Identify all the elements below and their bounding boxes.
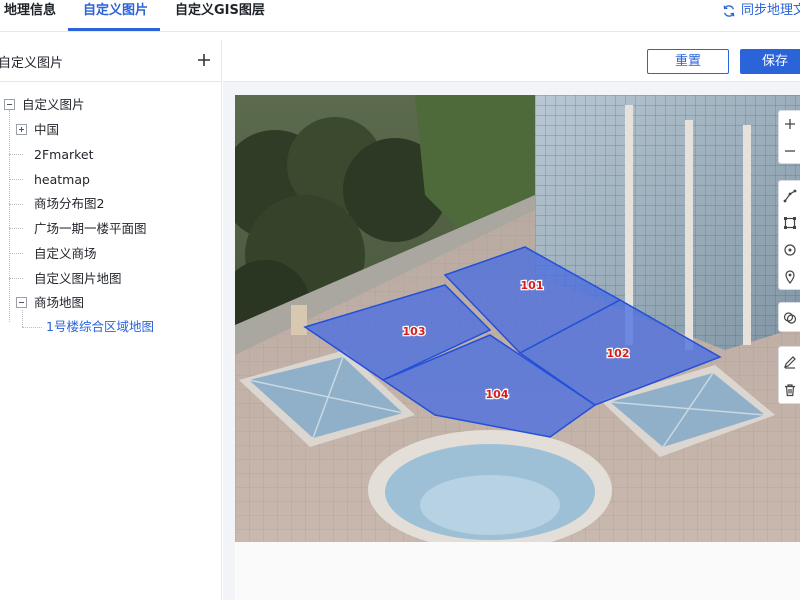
overlap-controls [778,302,800,332]
top-tab-bar: 地理信息 自定义图片 自定义GIS图层 同步地理文 [0,0,800,32]
image-tree-panel: 自定义图片 自定义图片 中国 2Fmarket heatmap 商场分布图2 广… [0,40,222,600]
tree-item-2fmarket[interactable]: 2Fmarket [34,144,94,166]
canvas-footer-area [235,542,800,600]
tree-item-mall-map[interactable]: 商场地图 [34,292,84,314]
sync-geo-button[interactable]: 同步地理文 [722,0,800,22]
zoom-controls [778,110,800,164]
zoom-out-button[interactable] [779,138,800,164]
expand-toggle[interactable] [16,124,27,135]
draw-controls [778,180,800,290]
tree-item-plaza-floor-plan[interactable]: 广场一期一楼平面图 [34,218,147,240]
draw-circle-button[interactable] [779,237,800,263]
panel-header: 自定义图片 [0,40,222,82]
tree-item-custom-image-map[interactable]: 自定义图片地图 [34,268,122,290]
zoom-in-icon [785,119,795,129]
tree-item-building-1-map[interactable]: 1号楼综合区域地图 [46,316,154,338]
tree-guide [9,278,23,279]
draw-rectangle-icon [784,217,796,229]
draw-circle-icon [784,244,796,256]
zone-label-103: 103 [403,325,426,338]
zoom-out-icon [785,150,795,152]
collapse-toggle[interactable] [4,99,15,110]
edit-icon [784,356,796,369]
tab-custom-image[interactable]: 自定义图片 [83,0,148,31]
overlap-button[interactable] [779,305,800,331]
tree-guide [9,253,23,254]
tree-guide [9,179,23,180]
tree-guide [9,110,10,322]
zoom-in-button[interactable] [779,111,800,137]
collapse-toggle[interactable] [16,297,27,308]
image-map-canvas[interactable]: 101 102 103 104 [235,95,800,542]
zone-label-102: 102 [607,347,630,360]
aerial-photo: 101 102 103 104 [235,95,800,542]
draw-marker-icon [785,270,795,284]
tree-guide [9,204,23,205]
map-editor-panel: 重置 保存 101 102 103 104 [223,40,800,600]
delete-icon [785,384,795,397]
zone-label-104: 104 [486,388,509,401]
add-icon[interactable] [196,52,212,68]
tree-guide [22,327,42,328]
delete-button[interactable] [779,377,800,403]
draw-rectangle-button[interactable] [779,210,800,236]
reset-button[interactable]: 重置 [647,49,729,74]
tree-root[interactable]: 自定义图片 [22,94,85,116]
zone-label-101: 101 [521,279,544,292]
tab-custom-gis-layer[interactable]: 自定义GIS图层 [175,0,265,31]
sync-icon [723,5,735,17]
tree-guide [9,154,23,155]
tree-item-custom-mall[interactable]: 自定义商场 [34,243,97,265]
draw-line-button[interactable] [779,183,800,209]
tree-guide [9,228,23,229]
edit-button[interactable] [779,349,800,375]
edit-controls [778,346,800,404]
panel-title: 自定义图片 [0,56,64,71]
tree-guide [22,310,23,327]
tree-item-mall-distribution[interactable]: 商场分布图2 [34,193,104,215]
draw-marker-button[interactable] [779,264,800,290]
editor-toolbar: 重置 保存 [223,40,800,82]
save-button[interactable]: 保存 [740,49,800,74]
tree-item-heatmap[interactable]: heatmap [34,169,90,191]
overlap-icon [783,312,797,324]
draw-line-icon [783,189,797,203]
tab-geo-info[interactable]: 地理信息 [4,0,56,31]
tree-item-china[interactable]: 中国 [34,119,59,141]
active-tab-indicator [68,28,160,31]
sync-label: 同步地理文 [740,3,800,18]
